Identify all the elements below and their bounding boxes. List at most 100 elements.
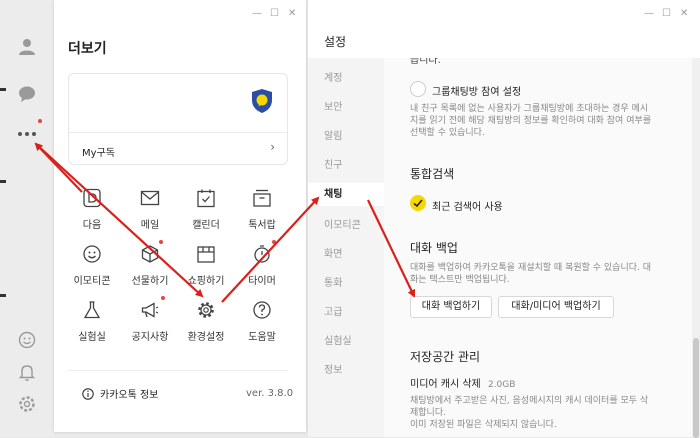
- partial-description: 습니다.: [410, 58, 441, 66]
- maximize-button[interactable]: ☐: [662, 8, 671, 19]
- window-edge-marker: [0, 180, 6, 183]
- nav-advanced[interactable]: 고급: [308, 301, 384, 324]
- nav-emoticon[interactable]: 이모티콘: [308, 214, 384, 237]
- more-panel: — ☐ ✕ 더보기 My구독 › 다음 메일 캘린더 톡서랍 이모티콘 선물하기: [54, 0, 306, 432]
- talk-shield-icon: [252, 89, 272, 113]
- grid-item-label: 메일: [140, 220, 160, 231]
- settings-nav: 계정 보안 알림 친구 채팅 이모티콘 화면 통화 고급 실험실 정보: [308, 58, 384, 437]
- timer-icon: [254, 245, 270, 263]
- settings-window: — ☐ ✕ 설정 계정 보안 알림 친구 채팅 이모티콘 화면 통화 고급 실험…: [308, 0, 700, 438]
- minimize-button[interactable]: —: [644, 8, 654, 19]
- gear-icon: [198, 302, 214, 318]
- nav-chat[interactable]: 채팅: [308, 183, 384, 206]
- scrollbar-thumb[interactable]: [693, 338, 699, 438]
- card-divider: [69, 132, 287, 133]
- nav-security[interactable]: 보안: [308, 96, 384, 119]
- shopping-icon: [197, 246, 215, 263]
- megaphone-icon: [141, 302, 159, 318]
- backup-section-header: 대화 백업: [410, 241, 458, 255]
- notification-dot: [161, 296, 165, 300]
- nav-display[interactable]: 화면: [308, 243, 384, 266]
- nav-friends[interactable]: 친구: [308, 154, 384, 177]
- mail-icon: [140, 190, 160, 206]
- grid-item-label: 공지사항: [131, 332, 169, 343]
- version-label: ver. 3.8.0: [246, 388, 294, 399]
- backup-desc-line: 대화를 백업하여 카카오톡을 재설치할 때 복원할 수 있습니다. 대: [410, 263, 652, 273]
- notification-dot: [272, 240, 276, 244]
- group-invite-desc-line: 내 친구 목록에 없는 사용자가 그룹채팅방에 초대하는 경우 메시: [410, 104, 649, 114]
- nav-notification[interactable]: 알림: [308, 125, 384, 148]
- grid-item-timer[interactable]: 타이머: [236, 244, 288, 287]
- grid-item-gift[interactable]: 선물하기: [124, 244, 176, 287]
- cache-desc-line: 이미 저장된 파일은 삭제되지 않습니다.: [410, 420, 557, 430]
- app-info-label: 카카오톡 정보: [100, 390, 159, 401]
- chevron-right-icon[interactable]: ›: [270, 140, 275, 154]
- grid-item-label: 도움말: [248, 332, 276, 343]
- backup-chat-button[interactable]: 대화 백업하기: [410, 296, 492, 318]
- group-invite-label[interactable]: 그룹채팅방 참여 설정: [432, 83, 521, 98]
- flask-icon: [83, 301, 101, 319]
- search-history-label[interactable]: 최근 검색어 사용: [432, 198, 503, 213]
- my-subscription-label[interactable]: My구독: [82, 144, 115, 159]
- grid-item-label: 선물하기: [131, 276, 169, 287]
- window-edge-marker: [0, 88, 6, 91]
- footer-divider: [68, 370, 288, 371]
- group-invite-desc-line: 지를 읽기 전에 해당 채팅방의 정보를 확인하여 대화 참여 여부를: [410, 116, 652, 126]
- cache-delete-text: 미디어 캐시 삭제: [410, 379, 481, 390]
- app-info-row[interactable]: 카카오톡 정보: [82, 386, 158, 401]
- page-title: 더보기: [68, 41, 107, 57]
- search-section-header: 통합검색: [410, 167, 455, 181]
- grid-item-drawer[interactable]: 톡서랍: [236, 188, 288, 231]
- close-button[interactable]: ✕: [680, 8, 688, 19]
- grid-item-shopping[interactable]: 쇼핑하기: [180, 244, 232, 287]
- cache-delete-label[interactable]: 미디어 캐시 삭제 2.0GB: [410, 375, 515, 390]
- minimize-button[interactable]: —: [252, 8, 262, 19]
- maximize-button[interactable]: ☐: [270, 8, 279, 19]
- backup-media-button[interactable]: 대화/미디어 백업하기: [498, 296, 614, 318]
- cache-size: 2.0GB: [487, 380, 516, 390]
- info-icon: [82, 387, 94, 400]
- settings-content: 습니다. 그룹채팅방 참여 설정 내 친구 목록에 없는 사용자가 그룹채팅방에…: [384, 58, 700, 437]
- group-invite-desc-line: 선택할 수 있습니다.: [410, 128, 485, 138]
- daum-icon: [83, 188, 101, 208]
- check-icon: [413, 199, 423, 208]
- grid-item-label: 실험실: [78, 332, 106, 343]
- nav-account[interactable]: 계정: [308, 67, 384, 90]
- close-button[interactable]: ✕: [288, 8, 296, 19]
- content-scrollbar[interactable]: [692, 58, 700, 438]
- window-edge-marker: [0, 294, 6, 297]
- grid-item-label: 톡서랍: [248, 220, 276, 231]
- left-sidebar: [0, 0, 54, 437]
- group-invite-radio[interactable]: [410, 81, 426, 97]
- subscription-card[interactable]: My구독 ›: [68, 73, 288, 165]
- grid-item-daum[interactable]: 다음: [66, 188, 118, 231]
- cache-desc-line: 제합니다.: [410, 408, 446, 418]
- grid-item-mail[interactable]: 메일: [124, 188, 176, 231]
- chats-icon[interactable]: [17, 84, 37, 104]
- grid-item-notice[interactable]: 공지사항: [124, 300, 176, 343]
- bell-icon[interactable]: [17, 362, 37, 382]
- settings-title: 설정: [324, 35, 347, 49]
- grid-item-calendar[interactable]: 캘린더: [180, 188, 232, 231]
- storage-section-header: 저장공간 관리: [410, 350, 481, 364]
- grid-item-label: 이모티콘: [73, 276, 111, 287]
- grid-item-lab[interactable]: 실험실: [66, 300, 118, 343]
- nav-lab[interactable]: 실험실: [308, 330, 384, 353]
- cache-desc-line: 채팅방에서 주고받은 사진, 음성메시지의 캐시 데이터를 모두 삭: [410, 396, 649, 406]
- nav-call[interactable]: 통화: [308, 272, 384, 295]
- grid-item-emoticon[interactable]: 이모티콘: [66, 244, 118, 287]
- more-icon[interactable]: [17, 124, 37, 144]
- notification-dot: [38, 119, 42, 123]
- friends-icon[interactable]: [17, 36, 37, 56]
- emoji-icon[interactable]: [17, 330, 37, 350]
- grid-item-label: 타이머: [248, 276, 276, 287]
- settings-icon[interactable]: [17, 394, 37, 414]
- drawer-icon: [253, 189, 271, 207]
- grid-item-settings[interactable]: 환경설정: [180, 300, 232, 343]
- search-history-checkbox[interactable]: [410, 195, 426, 211]
- gift-icon: [141, 245, 159, 263]
- nav-info[interactable]: 정보: [308, 359, 384, 382]
- grid-item-label: 다음: [82, 220, 102, 231]
- grid-item-label: 쇼핑하기: [187, 276, 225, 287]
- grid-item-help[interactable]: 도움말: [236, 300, 288, 343]
